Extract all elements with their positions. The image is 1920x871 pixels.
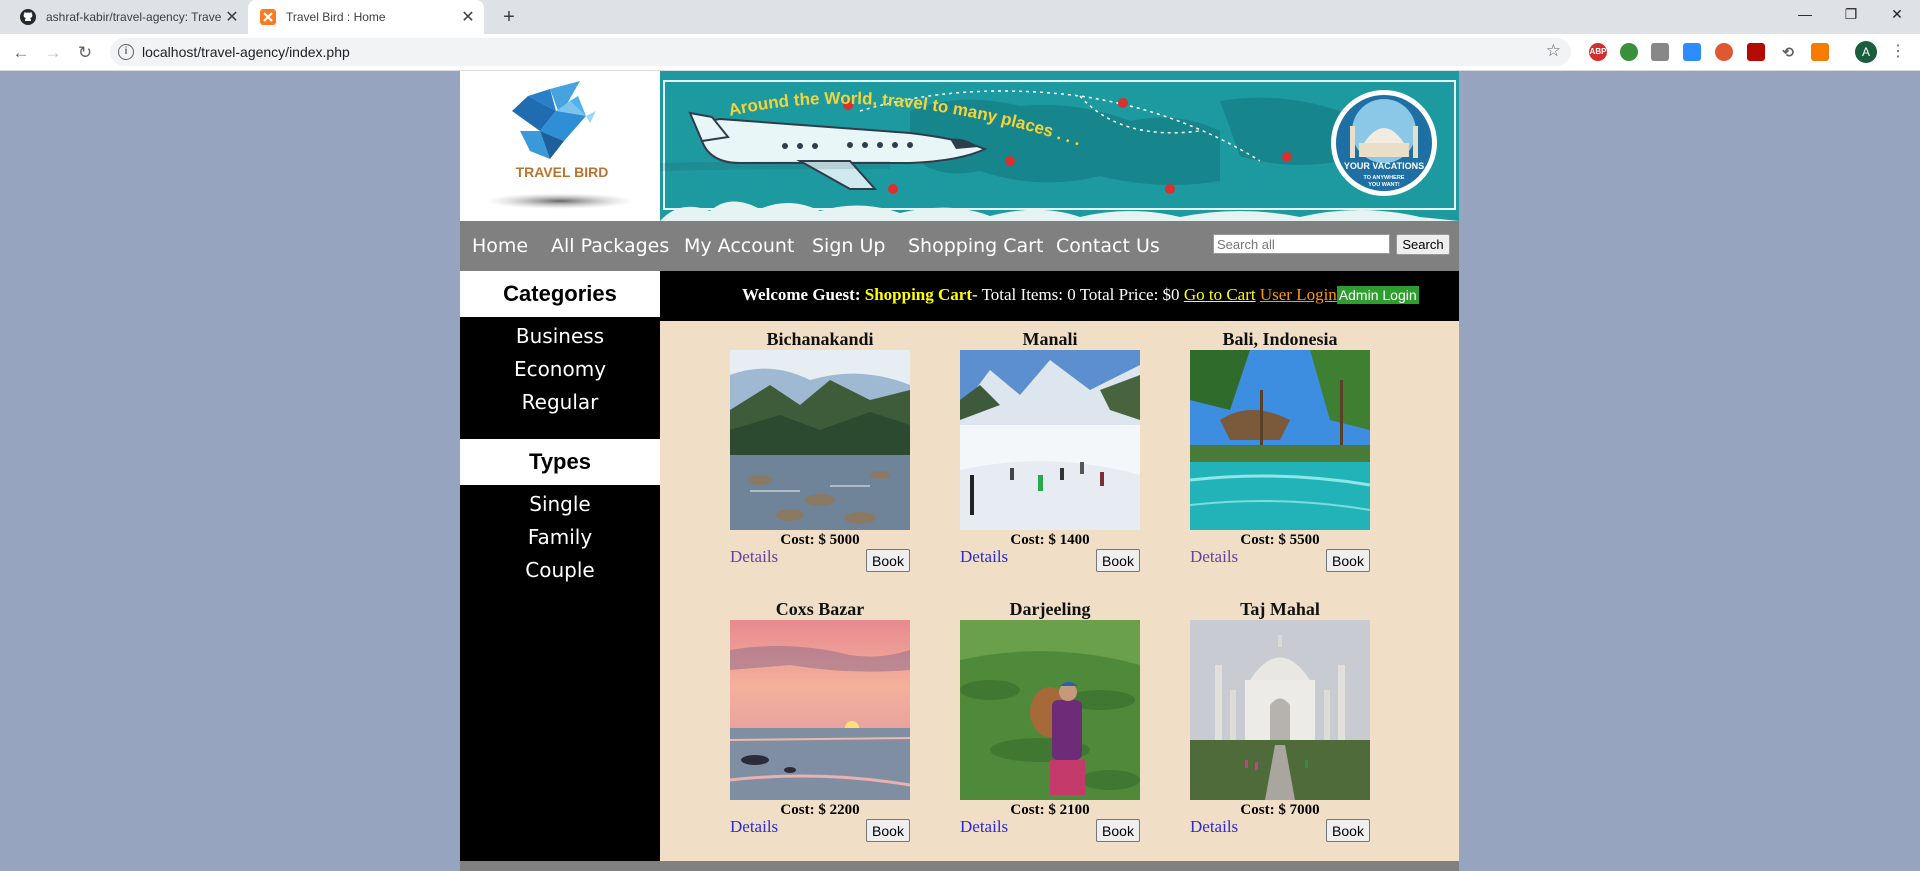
category-regular[interactable]: Regular bbox=[460, 390, 660, 414]
type-single[interactable]: Single bbox=[460, 492, 660, 516]
site-info-icon[interactable]: i bbox=[118, 44, 134, 60]
airplane-banner-image: Around the World, travel to many places … bbox=[660, 71, 1459, 221]
categories-heading: Categories bbox=[460, 271, 660, 317]
browser-menu-icon[interactable]: ⋮ bbox=[1890, 41, 1906, 61]
new-tab-icon[interactable]: + bbox=[496, 4, 522, 30]
details-link[interactable]: Details bbox=[1190, 547, 1238, 567]
nav-my-account[interactable]: My Account bbox=[684, 221, 794, 271]
details-link[interactable]: Details bbox=[1190, 817, 1238, 837]
nav-home[interactable]: Home bbox=[472, 221, 528, 271]
browser-tab-github[interactable]: ashraf-kabir/travel-agency: Trave ✕ bbox=[8, 0, 248, 34]
site-wrapper: TRAVEL BIRD Around the World, travel to … bbox=[460, 71, 1459, 871]
github-icon bbox=[20, 9, 36, 25]
svg-text:YOUR VACATIONS: YOUR VACATIONS bbox=[1344, 161, 1424, 171]
category-business[interactable]: Business bbox=[460, 324, 660, 348]
bookmark-star-icon[interactable]: ☆ bbox=[1546, 41, 1561, 61]
cart-summary: - Total Items: 0 Total Price: $0 bbox=[971, 285, 1180, 304]
nav-contact-us[interactable]: Contact Us bbox=[1056, 221, 1160, 271]
package-name: Taj Mahal bbox=[1240, 599, 1320, 619]
travel-bird-logo-icon: TRAVEL BIRD bbox=[485, 81, 635, 209]
details-link[interactable]: Details bbox=[730, 547, 778, 567]
zoom-icon[interactable] bbox=[1683, 43, 1701, 61]
package-name: Darjeeling bbox=[1009, 599, 1091, 619]
package-name: Bichanakandi bbox=[766, 329, 874, 349]
go-to-cart-link[interactable]: Go to Cart bbox=[1184, 285, 1256, 304]
reload-icon[interactable]: ↻ bbox=[73, 41, 97, 65]
user-login-link[interactable]: User Login bbox=[1260, 285, 1337, 304]
book-button[interactable]: Book bbox=[1326, 549, 1370, 572]
package-photo[interactable] bbox=[730, 350, 910, 530]
footer-strip bbox=[460, 861, 1459, 871]
welcome-text: Welcome Guest: bbox=[742, 285, 861, 304]
browser-tab-travel-bird[interactable]: Travel Bird : Home ✕ bbox=[248, 0, 484, 34]
package-photo[interactable] bbox=[1190, 350, 1370, 530]
package-photo[interactable] bbox=[960, 350, 1140, 530]
back-icon[interactable]: ← bbox=[9, 41, 33, 65]
package-photo[interactable] bbox=[1190, 620, 1370, 800]
pdf-icon[interactable] bbox=[1747, 43, 1765, 61]
package-card: Bichanakandi Cost: $ 5000 Details Book bbox=[730, 329, 910, 599]
package-photo[interactable] bbox=[960, 620, 1140, 800]
restore-icon[interactable]: ❐ bbox=[1828, 0, 1874, 30]
search-input[interactable] bbox=[1213, 234, 1390, 254]
book-button[interactable]: Book bbox=[1326, 819, 1370, 842]
details-link[interactable]: Details bbox=[960, 817, 1008, 837]
close-tab-icon[interactable]: ✕ bbox=[458, 7, 478, 27]
tab-title: Travel Bird : Home bbox=[286, 10, 386, 24]
extension-globe-icon[interactable] bbox=[1620, 43, 1638, 61]
xampp-icon bbox=[260, 9, 276, 25]
package-card: Manali Cost: $ 1400 Details Book bbox=[960, 329, 1140, 599]
search-button[interactable]: Search bbox=[1396, 234, 1450, 255]
book-button[interactable]: Book bbox=[866, 819, 910, 842]
minimize-icon[interactable]: — bbox=[1782, 0, 1828, 30]
book-button[interactable]: Book bbox=[1096, 819, 1140, 842]
book-button[interactable]: Book bbox=[1096, 549, 1140, 572]
package-name: Manali bbox=[1022, 329, 1078, 349]
details-link[interactable]: Details bbox=[960, 547, 1008, 567]
package-name: Bali, Indonesia bbox=[1222, 329, 1338, 349]
package-card: Darjeeling Cost: $ 2100 Details Book bbox=[960, 599, 1140, 869]
browser-toolbar: ← → ↻ i localhost/travel-agency/index.ph… bbox=[0, 34, 1920, 71]
url-text[interactable]: localhost/travel-agency/index.php bbox=[142, 44, 350, 60]
sidebar: Categories Business Economy Regular Type… bbox=[460, 271, 660, 871]
package-card: Bali, Indonesia Cost: $ 5500 Details Boo bbox=[1190, 329, 1370, 599]
extension-off-icon[interactable] bbox=[1811, 43, 1829, 61]
nav-shopping-cart[interactable]: Shopping Cart bbox=[908, 221, 1043, 271]
header-banner: Around the World, travel to many places … bbox=[660, 71, 1459, 221]
shopping-cart-label: Shopping Cart bbox=[864, 285, 972, 304]
tab-title: ashraf-kabir/travel-agency: Trave bbox=[46, 10, 222, 24]
type-couple[interactable]: Couple bbox=[460, 558, 660, 582]
admin-login-link[interactable]: Admin Login bbox=[1336, 286, 1419, 304]
nav-sign-up[interactable]: Sign Up bbox=[812, 221, 885, 271]
svg-text:YOU WANT!: YOU WANT! bbox=[1368, 182, 1400, 188]
package-photo[interactable] bbox=[730, 620, 910, 800]
forward-icon[interactable]: → bbox=[41, 41, 65, 65]
adblock-icon[interactable]: ABP bbox=[1589, 43, 1607, 61]
package-name: Coxs Bazar bbox=[775, 599, 865, 619]
package-grid: Bichanakandi Cost: $ 5000 Details Book M… bbox=[660, 321, 1459, 861]
type-family[interactable]: Family bbox=[460, 525, 660, 549]
close-tab-icon[interactable]: ✕ bbox=[222, 7, 242, 27]
types-heading: Types bbox=[460, 439, 660, 485]
close-window-icon[interactable]: ✕ bbox=[1874, 0, 1920, 30]
history-icon[interactable]: ⟲ bbox=[1779, 43, 1797, 61]
browser-tab-strip: ashraf-kabir/travel-agency: Trave ✕ Trav… bbox=[0, 0, 1920, 34]
duckduckgo-icon[interactable] bbox=[1715, 43, 1733, 61]
package-card: Coxs Bazar Cost: $ 2200 Details Book bbox=[730, 599, 910, 869]
svg-text:TO ANYWHERE: TO ANYWHERE bbox=[1364, 175, 1405, 181]
book-button[interactable]: Book bbox=[866, 549, 910, 572]
profile-avatar[interactable]: A bbox=[1855, 41, 1877, 63]
extension-doc-icon[interactable] bbox=[1651, 43, 1669, 61]
site-logo[interactable]: TRAVEL BIRD bbox=[460, 71, 660, 221]
package-card: Taj Mahal Cost: $ 7000 Details Book bbox=[1190, 599, 1370, 869]
category-economy[interactable]: Economy bbox=[460, 357, 660, 381]
svg-text:TRAVEL BIRD: TRAVEL BIRD bbox=[516, 164, 609, 180]
nav-all-packages[interactable]: All Packages bbox=[551, 221, 669, 271]
details-link[interactable]: Details bbox=[730, 817, 778, 837]
address-bar[interactable]: i localhost/travel-agency/index.php ☆ bbox=[110, 38, 1571, 66]
cart-status-bar: Welcome Guest: Shopping Cart- Total Item… bbox=[660, 271, 1459, 321]
